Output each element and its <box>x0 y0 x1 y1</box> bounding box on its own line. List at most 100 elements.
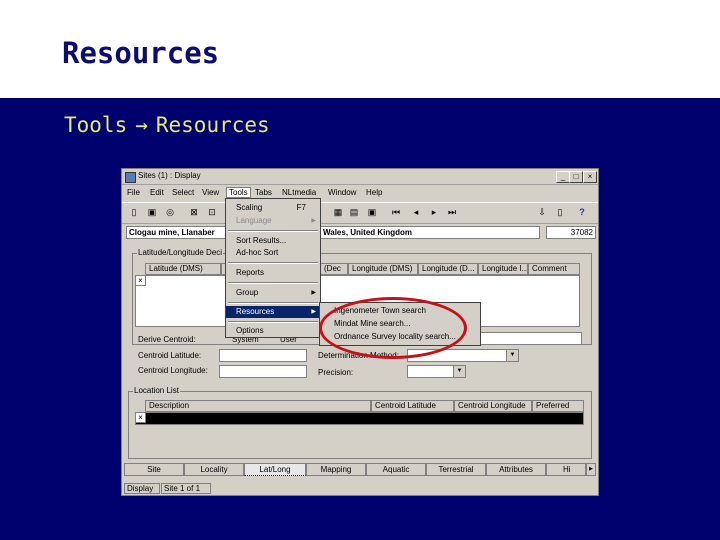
menu-help[interactable]: Help <box>366 188 382 197</box>
next-record-icon[interactable]: ▸ <box>428 206 440 218</box>
record-name: Clogau mine, Llanaber <box>129 228 215 237</box>
menu-select[interactable]: Select <box>172 188 194 197</box>
latlong-row-marker[interactable]: × <box>135 275 146 286</box>
centroid-longitude-field[interactable] <box>219 365 307 378</box>
location-col-preferred[interactable]: Preferred <box>532 400 584 412</box>
menu-tabs[interactable]: Tabs <box>255 188 272 197</box>
menu-tools[interactable]: Tools <box>226 187 251 198</box>
tools-menu-sort-results[interactable]: Sort Results... <box>226 235 320 247</box>
tab-site[interactable]: Site <box>124 463 184 476</box>
minimize-button[interactable]: _ <box>556 171 570 183</box>
slide-title: Resources <box>62 36 220 70</box>
menu-file[interactable]: File <box>127 188 140 197</box>
new-icon[interactable]: ▯ <box>128 206 140 218</box>
scaling-shortcut: F7 <box>296 203 306 212</box>
highlight-ellipse <box>319 297 467 359</box>
title-bar: Sites (1) : Display _ □ × <box>122 169 598 185</box>
breadcrumb-parent: Tools <box>64 113 128 137</box>
export-icon[interactable]: ▯ <box>554 206 566 218</box>
breadcrumb-child: Resources <box>155 113 270 137</box>
menu-view[interactable]: View <box>202 188 219 197</box>
location-row-marker[interactable]: × <box>135 412 146 423</box>
tab-mapping[interactable]: Mapping <box>306 463 366 476</box>
grid-icon[interactable]: ▦ <box>332 206 344 218</box>
import-icon[interactable]: ⇩ <box>536 206 548 218</box>
centroid-longitude-label: Centroid Longitude: <box>138 366 208 375</box>
breadcrumb: Tools → Resources <box>64 113 270 137</box>
latlong-col-longitude-ind[interactable]: Longitude I... <box>478 263 528 275</box>
submenu-arrow-icon: ▶ <box>311 290 316 296</box>
tab-lat-long[interactable]: Lat/Long <box>244 463 306 476</box>
scaling-label: Scaling <box>236 203 263 212</box>
tab-scroll-right-icon[interactable]: ▶ <box>586 463 596 476</box>
delete-icon[interactable]: ⊡ <box>206 206 218 218</box>
record-bar: Clogau mine, Llanaber Wales, United Kingd… <box>126 226 596 240</box>
location-col-centroid-latitude[interactable]: Centroid Latitude <box>371 400 454 412</box>
latlong-col-latitude-dms[interactable]: Latitude (DMS) <box>145 263 221 275</box>
list-icon[interactable]: ▤ <box>348 206 360 218</box>
menu-separator <box>228 321 318 323</box>
prev-record-icon[interactable]: ◂ <box>410 206 422 218</box>
chevron-down-icon: ▼ <box>453 366 465 377</box>
tab-attributes[interactable]: Attributes <box>486 463 546 476</box>
tab-strip: Site Locality Lat/Long Mapping Aquatic T… <box>124 463 598 477</box>
centroid-latitude-label: Centroid Latitude: <box>138 351 202 360</box>
latlong-col-comment[interactable]: Comment <box>528 263 580 275</box>
menu-nltmedia[interactable]: NLtmedia <box>282 188 316 197</box>
tab-terrestrial[interactable]: Terrestrial <box>426 463 486 476</box>
toolbar: ▯ ▣ ◎ ⊠ ⊡ ▦ ▤ ▣ ⏮ ◂ ▸ ⏭ ⇩ ▯ ? <box>122 202 598 224</box>
record-location: Wales, United Kingdom <box>323 228 413 237</box>
location-row[interactable] <box>135 412 584 425</box>
tools-menu-language: Language ▶ <box>226 215 320 227</box>
window-title: Sites (1) : Display <box>138 171 201 180</box>
record-title-field: Clogau mine, Llanaber Wales, United Kingd… <box>126 226 540 239</box>
language-label: Language <box>236 216 272 225</box>
save-icon[interactable]: ▣ <box>146 206 158 218</box>
tools-menu-options[interactable]: Options <box>226 325 320 337</box>
precision-label: Precision: <box>318 368 354 377</box>
status-mode: Display <box>124 483 160 494</box>
menu-edit[interactable]: Edit <box>150 188 164 197</box>
tab-hi[interactable]: Hi <box>546 463 586 476</box>
menu-separator <box>228 302 318 304</box>
derive-centroid-label: Derive Centroid: <box>138 335 196 344</box>
tab-locality[interactable]: Locality <box>184 463 244 476</box>
submenu-arrow-icon: ▶ <box>311 309 316 315</box>
help-icon[interactable]: ? <box>576 206 588 218</box>
menu-separator <box>228 230 318 232</box>
menu-separator <box>228 282 318 284</box>
close-button[interactable]: × <box>583 171 597 183</box>
centroid-latitude-field[interactable] <box>219 349 307 362</box>
location-list-label: Location List <box>133 386 180 395</box>
status-position: Site 1 of 1 <box>161 483 211 494</box>
status-bar: Display Site 1 of 1 <box>124 483 596 495</box>
menu-bar: File Edit Select View Tools Tabs NLtmedi… <box>122 186 598 200</box>
record-id-field: 37082 <box>546 226 596 239</box>
app-icon <box>125 172 136 183</box>
tab-aquatic[interactable]: Aquatic <box>366 463 426 476</box>
latlong-col-dec[interactable]: (Dec <box>320 263 348 275</box>
tools-menu: Scaling F7 Language ▶ Sort Results... Ad-h… <box>225 198 321 338</box>
latlong-group-label: Latitude/Longitude Deci <box>137 248 224 257</box>
latlong-col-longitude-dec[interactable]: Longitude (D... <box>418 263 478 275</box>
submenu-arrow-icon: ▶ <box>311 218 316 224</box>
menu-separator <box>228 262 318 264</box>
tools-menu-scaling[interactable]: Scaling F7 <box>226 202 320 214</box>
latlong-col-longitude-dms[interactable]: Longitude (DMS) <box>348 263 418 275</box>
location-col-centroid-longitude[interactable]: Centroid Longitude <box>454 400 532 412</box>
tools-menu-group[interactable]: Group ▶ <box>226 287 320 299</box>
last-record-icon[interactable]: ⏭ <box>446 206 458 218</box>
form-icon[interactable]: ▣ <box>366 206 378 218</box>
print-icon[interactable]: ◎ <box>164 206 176 218</box>
tools-menu-resources[interactable]: Resources ▶ <box>226 306 320 318</box>
menu-window[interactable]: Window <box>328 188 356 197</box>
tools-menu-reports[interactable]: Reports <box>226 267 320 279</box>
cut-icon[interactable]: ⊠ <box>188 206 200 218</box>
tools-menu-adhoc-sort[interactable]: Ad-hoc Sort <box>226 247 320 259</box>
resources-label: Resources <box>236 307 275 316</box>
precision-select[interactable]: ▼ <box>407 365 466 378</box>
arrow-right-icon: → <box>135 113 148 137</box>
first-record-icon[interactable]: ⏮ <box>390 206 402 218</box>
location-col-description[interactable]: Description <box>145 400 371 412</box>
maximize-button[interactable]: □ <box>569 171 583 183</box>
